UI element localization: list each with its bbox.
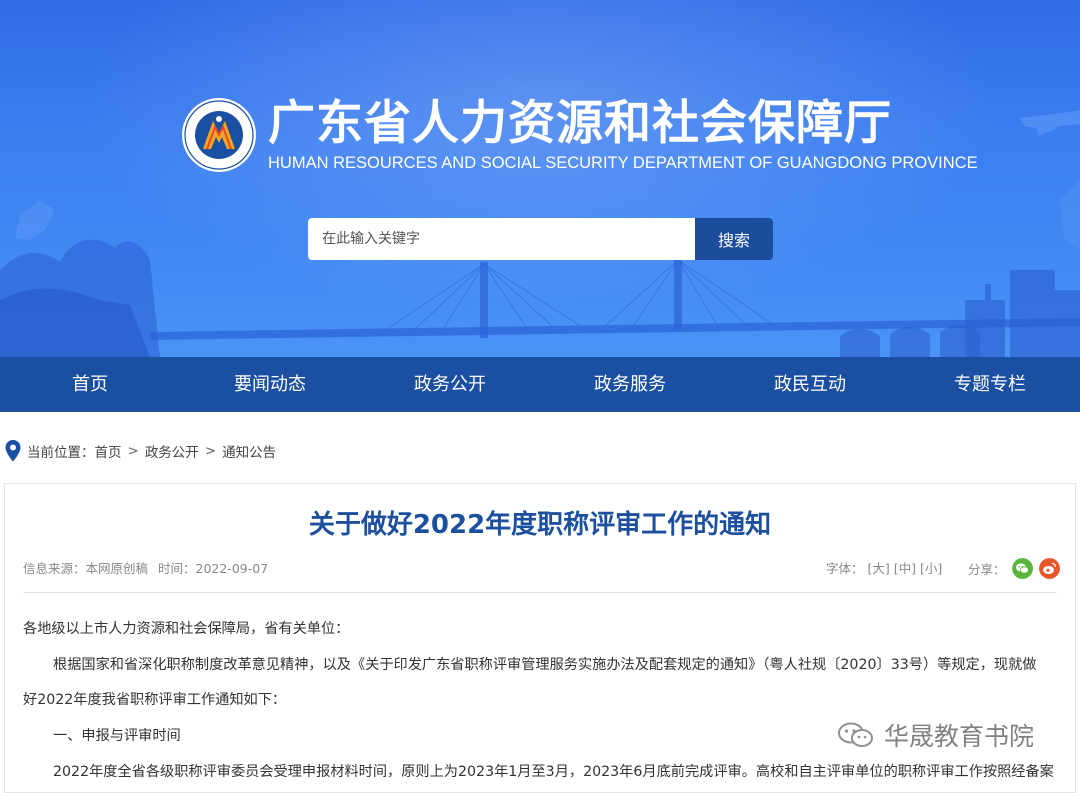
nav-item-special-topics[interactable]: 专题专栏: [900, 357, 1080, 412]
wechat-share-icon[interactable]: [1011, 557, 1033, 579]
article-paragraph: 2022年度全省各级职称评审委员会受理申报材料时间，原则上为2023年1月至3月…: [53, 764, 1054, 780]
nav-item-home[interactable]: 首页: [0, 357, 180, 412]
nav-item-gov-affairs-open[interactable]: 政务公开: [360, 357, 540, 412]
article-title: 关于做好2022年度职称评审工作的通知: [308, 510, 772, 540]
article-source: 信息来源：本网原创稿: [23, 561, 149, 576]
hrss-emblem-icon: [182, 98, 256, 172]
article-time: 时间：2022-09-07: [158, 561, 269, 576]
main-nav: 首页 要闻动态 政务公开 政务服务 政民互动 专题专栏: [0, 357, 1080, 412]
breadcrumb-link-gov-affairs-open[interactable]: 政务公开: [145, 441, 199, 461]
article-paragraph: 好2022年度我省职称评审工作通知如下：: [23, 692, 287, 708]
watermark: 华晟教育书院: [836, 717, 1034, 753]
font-size-small-button[interactable]: [小]: [920, 560, 942, 578]
watermark-text: 华晟教育书院: [884, 722, 1035, 751]
location-pin-icon: [5, 440, 21, 462]
font-size-large-button[interactable]: [大]: [868, 560, 890, 578]
article-meta: 信息来源：本网原创稿 时间：2022-09-07: [23, 560, 274, 578]
wechat-watermark-icon: [838, 722, 873, 747]
share-controls: 分享：: [968, 556, 1060, 580]
article-divider: [23, 592, 1057, 593]
nav-item-gov-services[interactable]: 政务服务: [540, 357, 720, 412]
article-paragraph: 各地级以上市人力资源和社会保障局，省有关单位：: [23, 621, 350, 637]
font-size-medium-button[interactable]: [中]: [894, 560, 916, 578]
breadcrumb-link-home[interactable]: 首页: [95, 441, 122, 461]
city-skyline-illustration: [0, 110, 1080, 357]
site-title: 广东省人力资源和社会保障厅: [268, 96, 892, 151]
breadcrumb-separator: >: [204, 443, 217, 459]
breadcrumb-prefix: 当前位置：: [27, 445, 95, 461]
nav-item-news[interactable]: 要闻动态: [180, 357, 360, 412]
weibo-share-icon[interactable]: [1038, 557, 1060, 579]
breadcrumb-link-notices[interactable]: 通知公告: [222, 441, 276, 461]
header-banner: 广东省人力资源和社会保障厅 HUMAN RESOURCES AND SOCIAL…: [0, 0, 1080, 357]
article-paragraph: 根据国家和省深化职称制度改革意见精神，以及《关于印发广东省职称评审管理服务实施办…: [53, 657, 1037, 673]
search-input[interactable]: [308, 218, 696, 260]
breadcrumb: 当前位置： 首页 > 政务公开 > 通知公告: [4, 438, 276, 464]
font-size-label: 字体：: [826, 561, 864, 576]
font-size-controls: 字体： [大] [中] [小]: [826, 560, 942, 578]
search-button[interactable]: 搜索: [695, 218, 773, 260]
nav-item-interaction[interactable]: 政民互动: [720, 357, 900, 412]
site-subtitle: HUMAN RESOURCES AND SOCIAL SECURITY DEPA…: [268, 154, 978, 172]
breadcrumb-separator: >: [127, 443, 139, 459]
share-label: 分享：: [968, 561, 1006, 577]
